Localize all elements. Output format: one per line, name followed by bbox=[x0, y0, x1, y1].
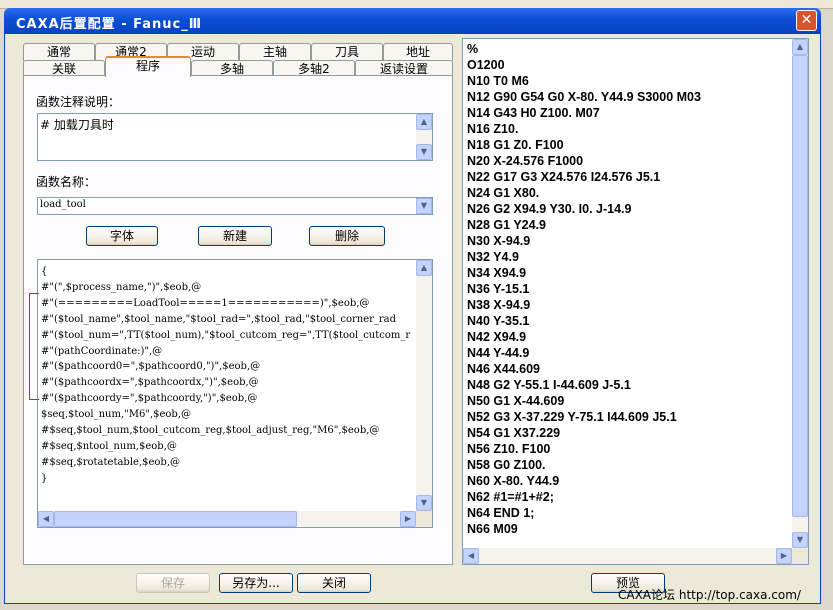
nc-line: N54 G1 X37.229 bbox=[467, 426, 561, 440]
nc-line: N38 X-94.9 bbox=[467, 298, 531, 312]
preview-vertical-scrollbar[interactable]: ▲ ▼ bbox=[792, 39, 808, 548]
code-line: #"($pathcoordy=",$pathcoordy,")",$eob,@ bbox=[41, 393, 258, 405]
func-note-scrollbar[interactable]: ▲ ▼ bbox=[416, 114, 432, 160]
nc-line: N42 X94.9 bbox=[467, 330, 527, 344]
code-line: #"($tool_name",$tool_name,"$tool_rad=",$… bbox=[41, 313, 397, 325]
code-line: #"(=========LoadTool=====1===========)",… bbox=[41, 297, 370, 309]
nc-line: N64 END 1; bbox=[467, 506, 535, 520]
scroll-corner bbox=[792, 548, 808, 564]
code-line: #"($tool_num=",TT($tool_num),"$tool_cutc… bbox=[41, 329, 411, 341]
code-line: $seq,$tool_num,"M6",$eob,@ bbox=[41, 409, 192, 421]
nc-line: N66 M09 bbox=[467, 522, 518, 536]
scroll-right-icon[interactable]: ▶ bbox=[776, 548, 792, 564]
close-icon[interactable]: ✕ bbox=[796, 10, 817, 31]
nc-line: N32 Y4.9 bbox=[467, 250, 519, 264]
scroll-up-icon[interactable]: ▲ bbox=[792, 39, 808, 55]
save-as-button[interactable]: 另存为... bbox=[219, 573, 293, 593]
tab-address[interactable]: 地址 bbox=[383, 43, 453, 61]
func-name-label: 函数名称： bbox=[36, 175, 97, 189]
nc-line: N44 Y-44.9 bbox=[467, 346, 530, 360]
scroll-left-icon[interactable]: ◀ bbox=[38, 511, 54, 527]
func-name-select[interactable]: load_tool ▼ bbox=[37, 197, 433, 215]
tab-spindle[interactable]: 主轴 bbox=[239, 43, 311, 61]
scroll-corner bbox=[416, 511, 432, 527]
nc-line: % bbox=[467, 42, 479, 56]
nc-line: N10 T0 M6 bbox=[467, 74, 529, 88]
nc-line: N40 Y-35.1 bbox=[467, 314, 530, 328]
func-note-label: 函数注释说明： bbox=[36, 95, 121, 109]
nc-line: N22 G17 G3 X24.576 I24.576 J5.1 bbox=[467, 170, 661, 184]
nc-line: N36 Y-15.1 bbox=[467, 282, 530, 296]
nc-line: N62 #1=#1+#2; bbox=[467, 490, 554, 504]
func-note-textarea[interactable]: # 加载刀具时 ▲ ▼ bbox=[37, 113, 433, 161]
preview-horizontal-scrollbar[interactable]: ◀ ▶ bbox=[463, 548, 792, 564]
code-line: #"($pathcoordx=",$pathcoordx,")",$eob,@ bbox=[41, 377, 259, 389]
code-line: #$seq,$tool_num,$tool_cutcom_reg,$tool_a… bbox=[41, 425, 380, 437]
save-button[interactable]: 保存 bbox=[136, 573, 210, 593]
nc-line: N48 G2 Y-55.1 I-44.609 J-5.1 bbox=[467, 378, 631, 392]
new-button[interactable]: 新建 bbox=[198, 226, 272, 246]
nc-line: N34 X94.9 bbox=[467, 266, 527, 280]
nc-line: N50 G1 X-44.609 bbox=[467, 394, 565, 408]
tab-general[interactable]: 通常 bbox=[23, 43, 95, 61]
code-editor[interactable]: { #"(",$process_name,")",$eob,@ #"(=======… bbox=[37, 259, 433, 528]
code-text: { #"(",$process_name,")",$eob,@ #"(=======… bbox=[41, 264, 414, 509]
scroll-down-icon[interactable]: ▼ bbox=[416, 495, 432, 511]
nc-line: N14 G43 H0 Z100. M07 bbox=[467, 106, 600, 120]
nc-line: N12 G90 G54 G0 X-80. Y44.9 S3000 M03 bbox=[467, 90, 701, 104]
nc-line: N18 G1 Z0. F100 bbox=[467, 138, 564, 152]
nc-line: N20 X-24.576 F1000 bbox=[467, 154, 584, 168]
window-title: CAXA后置配置 - Fanuc_Ⅲ bbox=[16, 17, 203, 32]
nc-line: N16 Z10. bbox=[467, 122, 519, 136]
code-line: #$seq,$rotatetable,$eob,@ bbox=[41, 456, 181, 468]
func-name-value: load_tool bbox=[40, 199, 86, 210]
code-horizontal-scrollbar[interactable]: ◀ ▶ bbox=[38, 511, 416, 527]
font-button[interactable]: 字体 bbox=[86, 226, 158, 246]
delete-button[interactable]: 删除 bbox=[309, 226, 385, 246]
nc-line: N26 G2 X94.9 Y30. I0. J-14.9 bbox=[467, 202, 632, 216]
scroll-up-icon[interactable]: ▲ bbox=[416, 260, 432, 276]
nc-code-text: % O1200 N10 T0 M6 N12 G90 G54 G0 X-80. Y44.… bbox=[467, 41, 701, 537]
code-line: #$seq,$ntool_num,$eob,@ bbox=[41, 440, 177, 452]
code-line: { bbox=[41, 266, 48, 277]
code-line: } bbox=[41, 472, 48, 484]
highlight-annotation bbox=[29, 293, 39, 400]
func-note-value: # 加载刀具时 bbox=[40, 118, 114, 132]
scroll-up-icon[interactable]: ▲ bbox=[416, 114, 432, 130]
code-vertical-scrollbar[interactable]: ▲ ▼ bbox=[416, 260, 432, 511]
code-line: #"(pathCoordinate:)",@ bbox=[41, 345, 163, 357]
nc-line: N56 Z10. F100 bbox=[467, 442, 551, 456]
nc-line: N24 G1 X80. bbox=[467, 186, 540, 200]
tab-tool[interactable]: 刀具 bbox=[311, 43, 383, 61]
nc-line: O1200 bbox=[467, 58, 505, 72]
nc-line: N46 X44.609 bbox=[467, 362, 540, 376]
scroll-right-icon[interactable]: ▶ bbox=[400, 511, 416, 527]
scroll-thumb[interactable] bbox=[792, 55, 808, 517]
nc-line: N58 G0 Z100. bbox=[467, 458, 546, 472]
scroll-thumb[interactable] bbox=[54, 511, 297, 527]
nc-line: N60 X-80. Y44.9 bbox=[467, 474, 560, 488]
scroll-left-icon[interactable]: ◀ bbox=[463, 548, 479, 564]
forum-watermark: CAXA论坛 http://top.caxa.com/ bbox=[618, 588, 801, 602]
chevron-down-icon[interactable]: ▼ bbox=[416, 198, 432, 214]
nc-preview-panel[interactable]: % O1200 N10 T0 M6 N12 G90 G54 G0 X-80. Y44.… bbox=[462, 38, 809, 565]
scroll-down-icon[interactable]: ▼ bbox=[792, 532, 808, 548]
title-bar[interactable]: CAXA后置配置 - Fanuc_Ⅲ ✕ bbox=[4, 8, 821, 34]
close-button[interactable]: 关闭 bbox=[297, 573, 371, 593]
nc-line: N30 X-94.9 bbox=[467, 234, 531, 248]
nc-line: N52 G3 X-37.229 Y-75.1 I44.609 J5.1 bbox=[467, 410, 677, 424]
scroll-down-icon[interactable]: ▼ bbox=[416, 144, 432, 160]
tab-program[interactable]: 程序 bbox=[105, 56, 191, 77]
code-line: #"(",$process_name,")",$eob,@ bbox=[41, 281, 202, 293]
nc-line: N28 G1 Y24.9 bbox=[467, 218, 546, 232]
code-line: #"($pathcoord0=",$pathcoord0,")",$eob,@ bbox=[41, 361, 261, 373]
